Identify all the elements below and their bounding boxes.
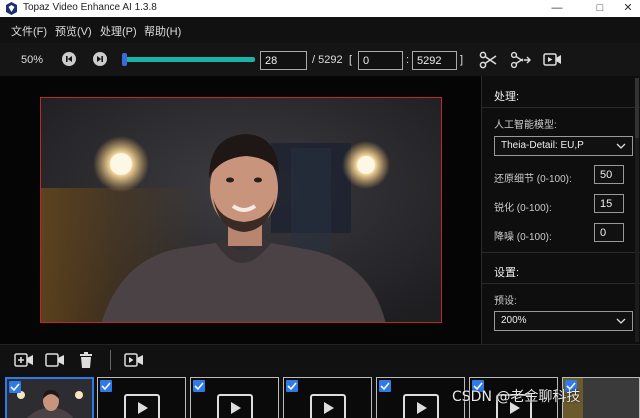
video-file-icon — [124, 394, 160, 418]
timeline-slider[interactable] — [124, 57, 255, 62]
skip-start-icon — [66, 56, 72, 62]
video-file-icon — [217, 394, 253, 418]
zoom-level[interactable]: 50% — [21, 54, 43, 66]
checkbox-checked[interactable] — [193, 380, 205, 392]
denoise-label: 降噪 (0-100): — [494, 232, 552, 243]
skip-end-button[interactable] — [93, 52, 107, 66]
menu-preview[interactable]: 预览(V) — [55, 23, 92, 39]
checkmark-icon — [380, 382, 390, 391]
range-start-input[interactable] — [358, 51, 403, 70]
range-end-input[interactable] — [412, 51, 457, 70]
preset-label: 预设: — [494, 296, 517, 307]
ai-model-label: 人工智能模型: — [494, 120, 557, 131]
timeline-handle[interactable] — [122, 53, 127, 66]
add-video-icon[interactable] — [14, 352, 34, 368]
app-title: Topaz Video Enhance AI 1.3.8 — [23, 2, 157, 13]
checkbox-checked[interactable] — [9, 381, 21, 393]
menu-bar: 文件(F) 预览(V) 处理(P) 帮助(H) — [0, 17, 640, 43]
chevron-down-icon — [616, 143, 626, 149]
checkmark-icon — [101, 382, 111, 391]
menu-file[interactable]: 文件(F) — [11, 23, 47, 39]
checkbox-checked[interactable] — [286, 380, 298, 392]
video-camera-icon[interactable] — [45, 352, 65, 368]
restore-detail-label: 还原细节 (0-100): — [494, 174, 572, 185]
total-frames-label: / 5292 — [312, 54, 343, 66]
ai-model-select[interactable]: Theia-Detail: EU,P — [494, 136, 633, 156]
video-thumbnail[interactable] — [283, 377, 372, 418]
range-close-bracket: ] — [460, 54, 464, 66]
video-frame-image — [41, 98, 441, 322]
checkmark-icon — [194, 382, 204, 391]
video-camera-icon[interactable] — [543, 51, 562, 68]
restore-detail-input[interactable] — [594, 165, 624, 184]
checkmark-icon — [287, 382, 297, 391]
menu-process[interactable]: 处理(P) — [100, 23, 137, 39]
preset-value: 200% — [501, 315, 527, 326]
preset-select[interactable]: 200% — [494, 311, 633, 331]
settings-heading: 设置: — [494, 267, 520, 279]
toolbar-divider — [110, 350, 111, 370]
ai-model-value: Theia-Detail: EU,P — [501, 140, 584, 151]
panel-divider — [482, 283, 640, 284]
processing-heading: 处理: — [494, 91, 520, 103]
video-preview-frame[interactable] — [40, 97, 442, 323]
panel-scrollbar-thumb[interactable] — [635, 78, 639, 138]
split-scissors-icon[interactable] — [511, 51, 531, 69]
sharpen-label: 锐化 (0-100): — [494, 203, 552, 214]
denoise-input[interactable] — [594, 223, 624, 242]
trash-icon[interactable] — [79, 352, 93, 368]
range-colon: : — [406, 54, 410, 66]
video-thumbnail[interactable] — [5, 377, 94, 418]
minimize-button[interactable]: — — [542, 0, 572, 17]
watermark: CSDN @老金聊科技 — [452, 389, 581, 405]
scissors-icon[interactable] — [479, 51, 497, 69]
skip-end-icon — [97, 56, 103, 62]
range-open-bracket: [ — [349, 54, 353, 66]
menu-help[interactable]: 帮助(H) — [144, 23, 181, 39]
export-video-icon[interactable] — [124, 352, 144, 368]
video-thumbnail[interactable] — [190, 377, 279, 418]
playback-toolbar: 50% / 5292 [ : ] — [0, 43, 640, 76]
topaz-logo-icon — [6, 2, 17, 15]
checkmark-icon — [10, 383, 20, 392]
video-file-icon — [403, 394, 439, 418]
video-file-icon — [310, 394, 346, 418]
video-thumbnail[interactable] — [97, 377, 186, 418]
panel-divider — [482, 107, 640, 108]
chevron-down-icon — [616, 318, 626, 324]
file-toolbar — [0, 344, 640, 374]
title-bar: Topaz Video Enhance AI 1.3.8 — □ ✕ — [0, 0, 640, 17]
preview-area — [0, 76, 481, 344]
skip-start-button[interactable] — [62, 52, 76, 66]
sharpen-input[interactable] — [594, 194, 624, 213]
current-frame-input[interactable] — [260, 51, 307, 70]
checkbox-checked[interactable] — [100, 380, 112, 392]
checkbox-checked[interactable] — [379, 380, 391, 392]
panel-divider — [482, 252, 640, 253]
close-button[interactable]: ✕ — [613, 0, 640, 17]
maximize-button[interactable]: □ — [585, 0, 615, 17]
settings-panel: 处理: 人工智能模型: Theia-Detail: EU,P 还原细节 (0-1… — [481, 76, 640, 344]
